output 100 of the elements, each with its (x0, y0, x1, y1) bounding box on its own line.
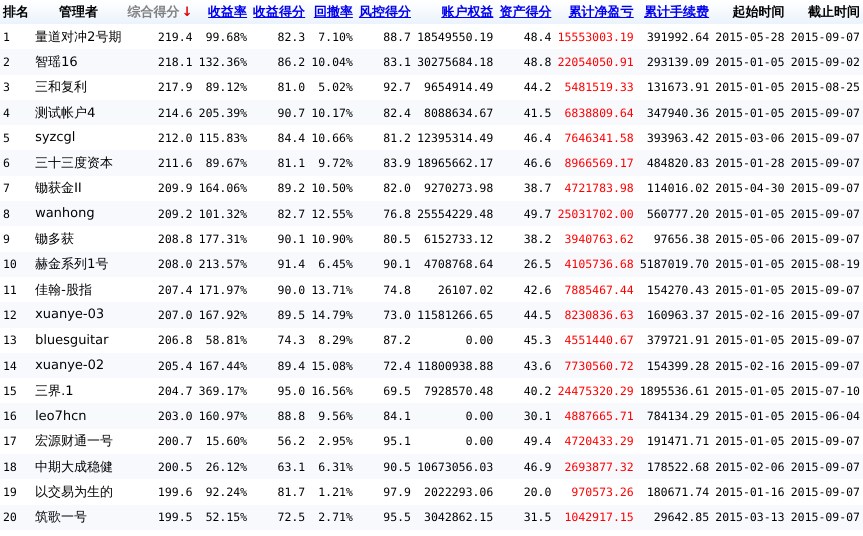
table-cell: 2015-09-07 (788, 176, 863, 202)
table-cell: 2015-02-16 (712, 302, 788, 328)
table-cell: 29642.85 (636, 504, 712, 530)
table-cell: 2015-01-05 (712, 74, 788, 100)
manager-cell: 智瑶16 (32, 49, 125, 75)
table-cell: 2015-09-07 (788, 428, 863, 454)
table-cell: 6838809.64 (554, 100, 637, 126)
rank-cell-text: 9 (2, 231, 11, 248)
table-cell: 69.5 (356, 378, 414, 404)
table-cell: 164.06% (196, 176, 250, 202)
table-cell: 1042917.15 (554, 504, 637, 530)
table-cell: 207.0 (124, 302, 196, 328)
table-cell: 56.2 (250, 428, 308, 454)
table-cell: 191471.71 (636, 428, 712, 454)
table-cell: 2015-09-07 (788, 352, 863, 378)
table-cell: 9.56% (308, 403, 356, 429)
table-cell: 2015-03-06 (712, 125, 788, 150)
table-cell: 167.44% (196, 352, 250, 378)
table-cell: 8966569.17 (554, 150, 637, 176)
table-cell: 22054050.91 (554, 49, 637, 75)
table-cell: 2015-09-07 (788, 150, 863, 176)
sort-arrow-icon[interactable]: ↓ (182, 5, 193, 20)
table-cell: 379721.91 (636, 328, 712, 353)
table-cell: 4721783.98 (554, 176, 637, 202)
table-cell: 82.4 (356, 100, 414, 126)
table-cell: 114016.02 (636, 176, 712, 202)
manager-cell: 量道对冲2号期 (32, 24, 125, 50)
rank-cell: 2 (0, 49, 32, 75)
rank-cell: 12 (0, 302, 32, 328)
table-cell: 2015-09-07 (788, 100, 863, 126)
table-cell: 0.00 (414, 403, 496, 429)
manager-cell: 中期大成稳健 (32, 454, 125, 480)
table-cell: 484820.83 (636, 150, 712, 176)
table-cell: 88.7 (356, 24, 414, 50)
table-cell: 154399.28 (636, 352, 712, 378)
table-cell: 2015-03-13 (712, 504, 788, 530)
table-cell: 101.32% (196, 201, 250, 226)
table-cell: 89.67% (196, 150, 250, 176)
table-cell: 74.3 (250, 328, 308, 353)
table-cell: 46.6 (496, 150, 554, 176)
table-cell: 92.7 (356, 74, 414, 100)
table-cell: 560777.20 (636, 201, 712, 226)
table-cell: 212.0 (124, 125, 196, 150)
column-header: 起始时间 (732, 5, 785, 20)
table-cell: 7.10% (308, 24, 356, 50)
table-cell-text: 3940763.62 (563, 231, 635, 248)
manager-cell: xuanye-03 (32, 302, 125, 328)
table-cell: 205.4 (124, 352, 196, 378)
rank-cell: 10 (0, 252, 32, 277)
table-cell-text: 90.1 (276, 231, 306, 248)
table-cell: 83.1 (356, 49, 414, 75)
rank-cell: 16 (0, 403, 32, 429)
table-cell: 90.1 (356, 252, 414, 277)
rank-cell: 6 (0, 150, 32, 176)
table-cell-text: 2015-09-07 (790, 484, 861, 501)
table-cell: 73.0 (356, 302, 414, 328)
rank-cell: 8 (0, 201, 32, 226)
table-cell: 4887665.71 (554, 403, 637, 429)
table-cell: 132.36% (196, 49, 250, 75)
table-cell: 6.31% (308, 454, 356, 480)
table-cell-text: 2015-05-06 (714, 231, 786, 248)
table-cell: 7885467.44 (554, 276, 637, 302)
table-cell: 2015-08-19 (788, 252, 863, 277)
table-cell: 393963.42 (636, 125, 712, 150)
table-cell: 347940.36 (636, 100, 712, 126)
table-cell-text: 2015-01-16 (714, 484, 786, 501)
table-cell: 46.9 (496, 454, 554, 480)
table-cell: 154270.43 (636, 276, 712, 302)
table-cell: 44.5 (496, 302, 554, 328)
table-cell: 58.81% (196, 328, 250, 353)
table-cell-text: 38.2 (522, 231, 552, 248)
table-cell: 25554229.48 (414, 201, 496, 226)
table-cell: 83.9 (356, 150, 414, 176)
manager-cell-text: 锄多获 (34, 231, 76, 250)
table-cell: 209.9 (124, 176, 196, 202)
rank-cell: 14 (0, 352, 32, 378)
rank-cell: 4 (0, 100, 32, 126)
manager-cell: leo7hcn (32, 403, 125, 429)
table-cell: 52.15% (196, 504, 250, 530)
manager-cell: 三十三度资本 (32, 150, 125, 176)
table-cell: 13.71% (308, 276, 356, 302)
manager-cell: 三和复利 (32, 74, 125, 100)
table-cell: 7730560.72 (554, 352, 637, 378)
manager-cell: xuanye-02 (32, 352, 125, 378)
table-cell: 4708768.64 (414, 252, 496, 277)
table-cell: 81.1 (250, 150, 308, 176)
table-cell: 213.57% (196, 252, 250, 277)
table-cell: 7646341.58 (554, 125, 637, 150)
manager-cell-text: 以交易为生的 (34, 484, 114, 502)
table-cell: 2015-09-07 (788, 504, 863, 530)
column-header[interactable]: 综合得分 (128, 5, 180, 20)
table-cell: 2015-01-05 (712, 403, 788, 429)
table-cell-text: 177.31% (198, 231, 248, 248)
table-cell: 9.72% (308, 150, 356, 176)
table-cell: 2015-09-07 (788, 24, 863, 50)
table-cell: 200.5 (124, 454, 196, 480)
table-cell: 217.9 (124, 74, 196, 100)
table-cell: 2015-09-07 (788, 201, 863, 226)
table-cell: 15.08% (308, 352, 356, 378)
column-header: 排名 (3, 5, 29, 20)
